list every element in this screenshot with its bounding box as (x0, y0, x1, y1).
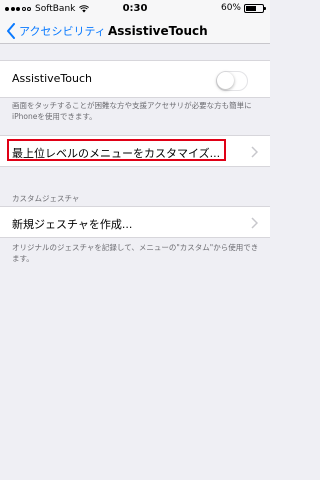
chevron-left-icon (7, 23, 15, 39)
custom-gestures-header: カスタムジェスチャ (12, 194, 80, 203)
chevron-right-icon (251, 217, 258, 229)
create-gesture-label: 新規ジェスチャを作成... (12, 218, 133, 231)
create-gesture-row[interactable]: 新規ジェスチャを作成... (0, 206, 270, 238)
back-button[interactable]: アクセシビリティ (6, 23, 106, 39)
battery-percent: 60% (220, 3, 241, 13)
page-title: AssistiveTouch (108, 24, 208, 38)
assistive-touch-row: AssistiveTouch (0, 60, 270, 98)
toggle-knob (217, 72, 234, 89)
back-label: アクセシビリティ (19, 25, 106, 38)
battery-indicator: 60% (220, 3, 266, 13)
highlight-box (7, 139, 226, 161)
assistive-touch-label: AssistiveTouch (12, 72, 92, 85)
custom-gestures-description: オリジナルのジェスチャを記録して、メニューの"カスタム"から使用できます。 (12, 243, 259, 263)
navigation-bar: アクセシビリティ AssistiveTouch (0, 20, 270, 44)
battery-icon (244, 3, 266, 13)
assistive-touch-description: 画面をタッチすることが困難な方や支援アクセサリが必要な方も簡単にiPhoneを使… (12, 101, 252, 121)
chevron-right-icon (251, 146, 258, 158)
status-bar: SoftBank 0:30 60% (0, 0, 270, 20)
assistive-touch-toggle[interactable] (216, 71, 248, 91)
